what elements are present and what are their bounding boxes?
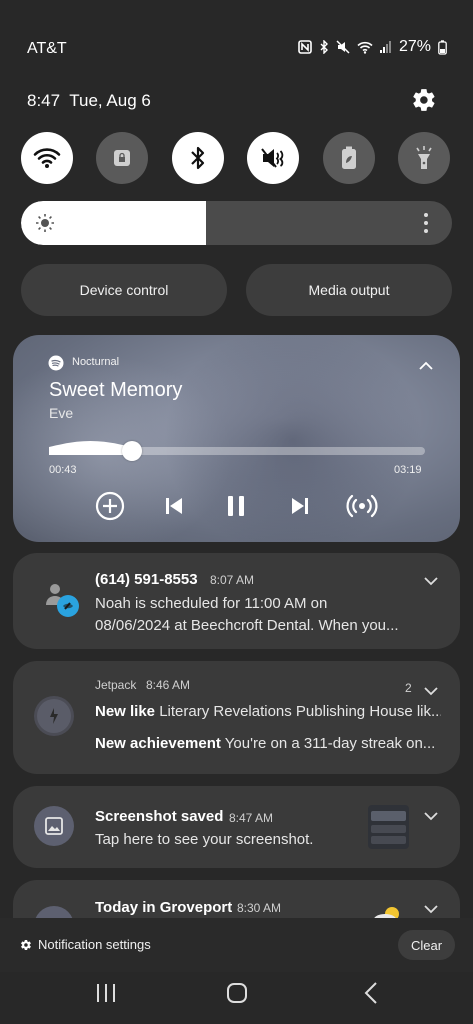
bluetooth-status-icon (319, 40, 329, 54)
recent-apps-icon[interactable] (95, 983, 117, 1008)
media-app-name: Nocturnal (72, 356, 120, 368)
clear-button[interactable]: Clear (398, 930, 455, 960)
bluetooth-tile[interactable] (172, 132, 224, 184)
notification-body: Tap here to see your screenshot. (95, 831, 314, 848)
device-control-button[interactable]: Device control (21, 264, 227, 316)
progress-thumb[interactable] (121, 441, 142, 461)
notification-body-line2: 08/06/2024 at Beechcroft Dental. When yo… (95, 617, 399, 634)
item-label: New achievement (95, 735, 221, 752)
expand-chevron-down-icon[interactable] (424, 683, 438, 701)
brightness-more-icon[interactable] (423, 212, 429, 239)
notification-time: 8:47 AM (229, 811, 274, 825)
next-track-icon[interactable] (290, 496, 310, 521)
carrier-label: AT&T (27, 40, 67, 57)
home-icon[interactable] (226, 982, 248, 1009)
jetpack-item-like: New like Literary Revelations Publishing… (95, 703, 441, 720)
bluetooth-icon (191, 146, 205, 170)
notification-time: 8:30 AM (237, 901, 282, 915)
sound-mode-tile[interactable] (247, 132, 299, 184)
notification-body-line1: Noah is scheduled for 11:00 AM on (95, 595, 328, 612)
jetpack-item-achievement: New achievement You're on a 311-day stre… (95, 735, 441, 752)
navigation-bar (0, 972, 473, 1024)
screen-lock-tile[interactable] (96, 132, 148, 184)
time-date: 8:47 Tue, Aug 6 (27, 91, 151, 111)
jetpack-app-name: Jetpack (95, 678, 137, 692)
status-icons: 27% (298, 38, 447, 56)
notification-title: Screenshot saved (95, 808, 224, 825)
jetpack-time: 8:46 AM (146, 678, 191, 692)
notification-message[interactable]: (614) 591-8553 8:07 AM Noah is scheduled… (13, 553, 460, 649)
spotify-icon (48, 355, 64, 376)
status-bar: AT&T 27% (0, 38, 473, 62)
wifi-icon (33, 148, 61, 168)
settings-gear-icon[interactable] (411, 87, 437, 113)
notification-count-badge: 2 (405, 681, 412, 695)
mute-icon (261, 148, 284, 168)
cast-output-icon[interactable] (346, 492, 378, 525)
track-artist: Eve (49, 405, 74, 421)
add-plus-icon[interactable] (95, 491, 125, 526)
expand-chevron-down-icon[interactable] (424, 573, 438, 591)
notification-settings-link[interactable]: Notification settings (38, 937, 151, 952)
image-icon (45, 817, 63, 835)
notification-settings-gear-icon[interactable] (20, 938, 32, 956)
pause-icon[interactable] (225, 495, 247, 522)
flashlight-tile[interactable] (398, 132, 450, 184)
elapsed-time: 00:43 (49, 464, 77, 476)
gallery-app-icon (34, 806, 74, 846)
media-collapse-chevron-up-icon[interactable] (419, 357, 433, 375)
quick-settings-row (21, 132, 452, 184)
notification-sender: (614) 591-8553 (95, 571, 198, 588)
notification-footer: Notification settings Clear (0, 918, 473, 972)
battery-percent: 27% (398, 38, 431, 55)
contact-avatar-icon (43, 579, 83, 626)
notification-screenshot[interactable]: Screenshot saved 8:47 AM Tap here to see… (13, 786, 460, 868)
clock-date: Tue, Aug 6 (69, 91, 151, 110)
clock-time: 8:47 (27, 91, 61, 110)
signal-icon (379, 41, 392, 53)
item-text: You're on a 311-day streak on... (224, 735, 436, 752)
brightness-icon (35, 213, 55, 238)
progress-played-wave (49, 441, 132, 455)
duration-time: 03:19 (394, 464, 422, 476)
track-title: Sweet Memory (49, 379, 183, 401)
media-player-card[interactable]: Nocturnal Sweet Memory Eve 00:43 03:19 (13, 335, 460, 542)
nfc-icon (298, 40, 312, 54)
media-output-button[interactable]: Media output (246, 264, 452, 316)
flashlight-icon (416, 146, 432, 169)
back-icon[interactable] (364, 982, 378, 1009)
notification-jetpack[interactable]: Jetpack 8:46 AM 2 New like Literary Reve… (13, 661, 460, 774)
expand-chevron-down-icon[interactable] (424, 901, 438, 919)
screenshot-thumbnail (368, 805, 409, 849)
item-text: Literary Revelations Publishing House li… (159, 703, 441, 720)
previous-track-icon[interactable] (164, 496, 184, 521)
notification-time: 8:07 AM (210, 573, 255, 587)
notification-title: Today in Groveport (95, 899, 233, 916)
power-saving-icon (342, 146, 356, 169)
battery-icon (438, 39, 447, 55)
mute-status-icon (336, 40, 350, 54)
wifi-tile[interactable] (21, 132, 73, 184)
expand-chevron-down-icon[interactable] (424, 808, 438, 826)
lock-icon (114, 150, 130, 166)
item-label: New like (95, 703, 156, 720)
jetpack-app-icon (34, 696, 74, 736)
brightness-slider[interactable] (21, 201, 452, 245)
power-saving-tile[interactable] (323, 132, 375, 184)
wifi-status-icon (357, 41, 373, 54)
